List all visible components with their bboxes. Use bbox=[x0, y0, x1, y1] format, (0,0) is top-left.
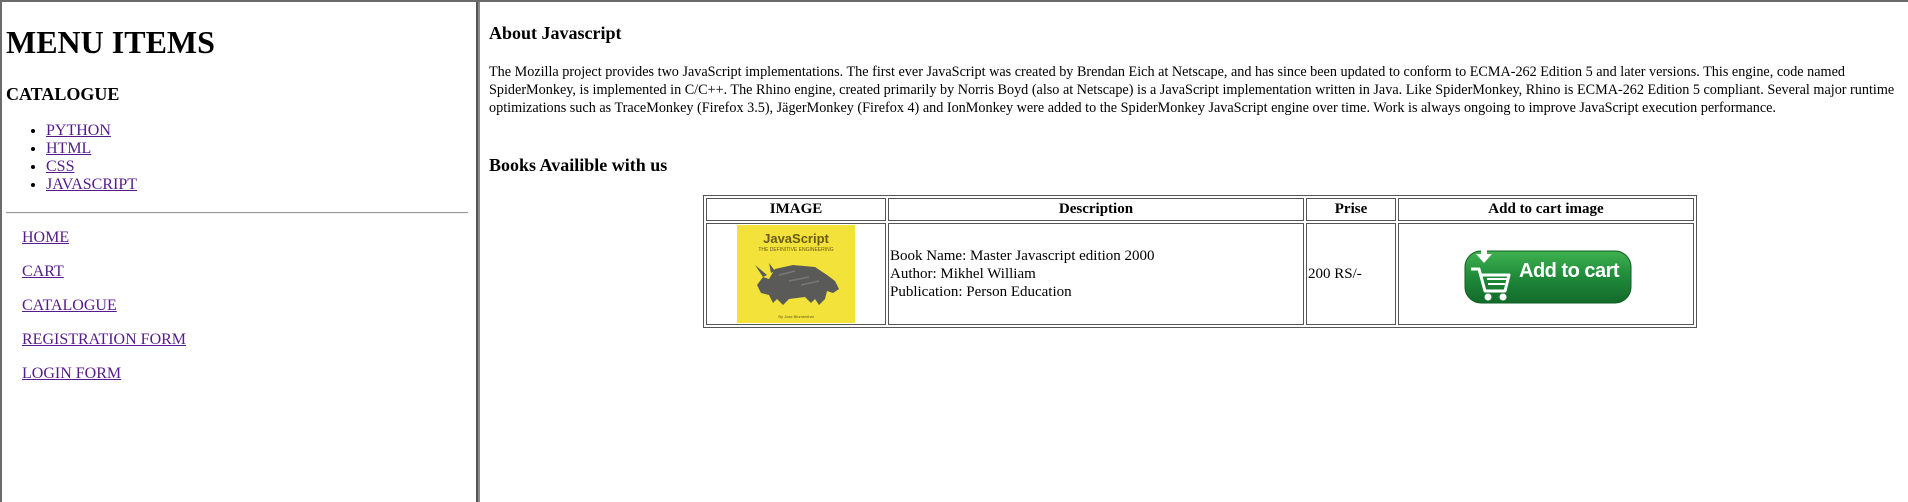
catalogue-item: JAVASCRIPT bbox=[46, 176, 137, 194]
add-to-cart-button[interactable]: Add to cart bbox=[1457, 241, 1635, 307]
nav-item: CART bbox=[22, 263, 186, 297]
catalogue-link-python[interactable]: PYTHON bbox=[46, 122, 111, 139]
about-text: The Mozilla project provides two JavaScr… bbox=[489, 64, 1895, 116]
header-add-to-cart: Add to cart image bbox=[1398, 198, 1694, 221]
frame-resize-handle[interactable] bbox=[478, 2, 480, 502]
header-description: Description bbox=[888, 198, 1304, 221]
catalogue-link-html[interactable]: HTML bbox=[46, 140, 91, 157]
horizontal-divider bbox=[6, 212, 468, 214]
nav-link-catalogue[interactable]: CATALOGUE bbox=[22, 297, 117, 314]
table-header-row: IMAGE Description Prise Add to cart imag… bbox=[706, 198, 1694, 221]
nav-list: HOME CART CATALOGUE REGISTRATION FORM LO… bbox=[22, 229, 186, 399]
nav-item: REGISTRATION FORM bbox=[22, 331, 186, 365]
add-to-cart-label: Add to cart bbox=[1519, 260, 1620, 282]
nav-item: HOME bbox=[22, 229, 186, 263]
catalogue-item: CSS bbox=[46, 158, 137, 176]
book-publication: Publication: Person Education bbox=[890, 284, 1072, 300]
catalogue-item: HTML bbox=[46, 140, 137, 158]
nav-item: CATALOGUE bbox=[22, 297, 186, 331]
menu-title: MENU ITEMS bbox=[6, 24, 215, 60]
nav-link-home[interactable]: HOME bbox=[22, 229, 69, 246]
book-author: Author: Mikhel William bbox=[890, 266, 1036, 282]
book-cover-title: JavaScript bbox=[763, 231, 829, 246]
about-title: About Javascript bbox=[489, 23, 622, 43]
nav-item: LOGIN FORM bbox=[22, 365, 186, 399]
catalogue-link-css[interactable]: CSS bbox=[46, 158, 74, 175]
book-cover-image: JavaScript THE DEFINITIVE ENGINEERING By… bbox=[737, 225, 855, 323]
catalogue-link-javascript[interactable]: JAVASCRIPT bbox=[46, 176, 137, 193]
catalogue-item: PYTHON bbox=[46, 122, 137, 140]
catalogue-title: CATALOGUE bbox=[6, 84, 120, 104]
left-frame: MENU ITEMS CATALOGUE PYTHON HTML CSS JAV… bbox=[2, 2, 478, 502]
book-name: Book Name: Master Javascript edition 200… bbox=[890, 248, 1155, 264]
book-cover-subtitle: THE DEFINITIVE ENGINEERING bbox=[758, 247, 834, 253]
cell-add-to-cart: Add to cart bbox=[1398, 223, 1694, 325]
book-cover-footer: By Jose Blumenthal bbox=[778, 314, 814, 319]
nav-link-cart[interactable]: CART bbox=[22, 263, 64, 280]
table-row: JavaScript THE DEFINITIVE ENGINEERING By… bbox=[706, 223, 1694, 325]
rhino-icon bbox=[755, 263, 839, 305]
content-frame: About Javascript The Mozilla project pro… bbox=[481, 2, 1908, 502]
header-image: IMAGE bbox=[706, 198, 886, 221]
cell-price: 200 RS/- bbox=[1306, 223, 1396, 325]
header-price: Prise bbox=[1306, 198, 1396, 221]
cell-description: Book Name: Master Javascript edition 200… bbox=[888, 223, 1304, 325]
nav-link-registration-form[interactable]: REGISTRATION FORM bbox=[22, 331, 186, 348]
catalogue-list: PYTHON HTML CSS JAVASCRIPT bbox=[6, 122, 137, 194]
books-table: IMAGE Description Prise Add to cart imag… bbox=[703, 195, 1697, 328]
nav-link-login-form[interactable]: LOGIN FORM bbox=[22, 365, 121, 382]
books-title: Books Availible with us bbox=[489, 155, 668, 175]
cell-image: JavaScript THE DEFINITIVE ENGINEERING By… bbox=[706, 223, 886, 325]
